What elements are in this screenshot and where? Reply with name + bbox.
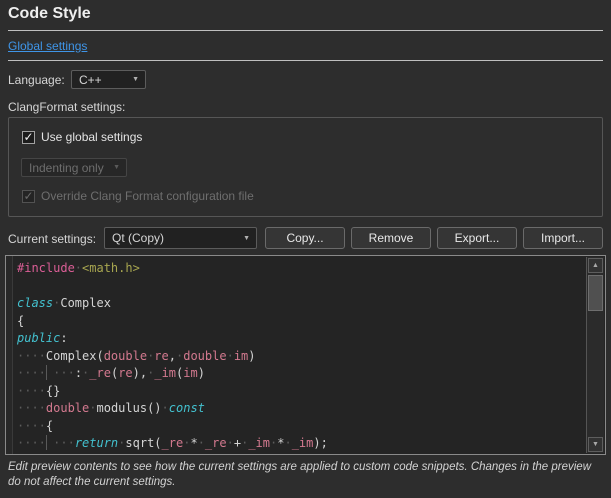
code-style-settings-page: Code Style Global settings Language: C++… — [0, 0, 611, 498]
scroll-down-icon: ▼ — [592, 441, 599, 448]
import-button[interactable]: Import... — [523, 227, 603, 249]
code-line: class·Complex — [17, 295, 585, 313]
language-combobox-value: C++ — [72, 73, 132, 87]
global-settings-link[interactable]: Global settings — [8, 39, 87, 53]
footer-hint-line2: do not affect the current settings. — [8, 475, 608, 490]
editor-gutter — [6, 256, 13, 454]
code-preview-editor[interactable]: #include·<math.h>class·Complex{public:··… — [5, 255, 606, 455]
scrollbar-thumb[interactable] — [588, 275, 603, 311]
export-button[interactable]: Export... — [437, 227, 517, 249]
chevron-down-icon: ▼ — [243, 235, 256, 242]
code-line: #include·<math.h> — [17, 260, 585, 278]
code-line: ····Complex(double·re,·double·im) — [17, 348, 585, 366]
scroll-up-button[interactable]: ▲ — [588, 258, 603, 273]
language-label: Language: — [8, 73, 65, 87]
copy-button[interactable]: Copy... — [265, 227, 345, 249]
chevron-down-icon: ▼ — [132, 76, 145, 83]
title-separator — [8, 30, 603, 31]
current-settings-combobox[interactable]: Qt (Copy) ▼ — [104, 227, 257, 249]
clangformat-mode-value: Indenting only — [22, 161, 113, 175]
page-title: Code Style — [8, 5, 91, 23]
current-settings-value: Qt (Copy) — [105, 231, 243, 245]
checkmark-icon: ✓ — [22, 131, 35, 144]
code-line: ····{} — [17, 383, 585, 401]
link-separator — [8, 60, 603, 61]
code-line: ·······return·sqrt(_re·*·_re·+·_im·*·_im… — [17, 435, 585, 453]
footer-hint-text: Edit preview contents to see how the cur… — [8, 460, 608, 490]
override-config-checkbox: ✓ Override Clang Format configuration fi… — [22, 189, 254, 203]
code-content[interactable]: #include·<math.h>class·Complex{public:··… — [17, 260, 585, 453]
clangformat-mode-combobox: Indenting only ▼ — [21, 158, 127, 177]
code-line: ·······:·_re(re),·_im(im) — [17, 365, 585, 383]
code-line — [17, 278, 585, 296]
code-line: ····double·modulus()·const — [17, 400, 585, 418]
scroll-up-icon: ▲ — [592, 262, 599, 269]
clangformat-settings-label: ClangFormat settings: — [8, 100, 125, 114]
language-combobox[interactable]: C++ ▼ — [71, 70, 146, 89]
remove-button[interactable]: Remove — [351, 227, 431, 249]
current-settings-label: Current settings: — [8, 232, 96, 246]
vertical-scrollbar[interactable]: ▲ ▼ — [586, 257, 604, 453]
use-global-settings-checkbox[interactable]: ✓ Use global settings — [22, 130, 142, 144]
scroll-down-button[interactable]: ▼ — [588, 437, 603, 452]
checkmark-icon: ✓ — [22, 190, 35, 203]
override-config-label: Override Clang Format configuration file — [41, 189, 254, 203]
chevron-down-icon: ▼ — [113, 164, 126, 171]
use-global-settings-label: Use global settings — [41, 130, 142, 144]
footer-hint-line1: Edit preview contents to see how the cur… — [8, 460, 608, 475]
code-line: public: — [17, 330, 585, 348]
code-line: ····{ — [17, 418, 585, 436]
code-line: { — [17, 313, 585, 331]
